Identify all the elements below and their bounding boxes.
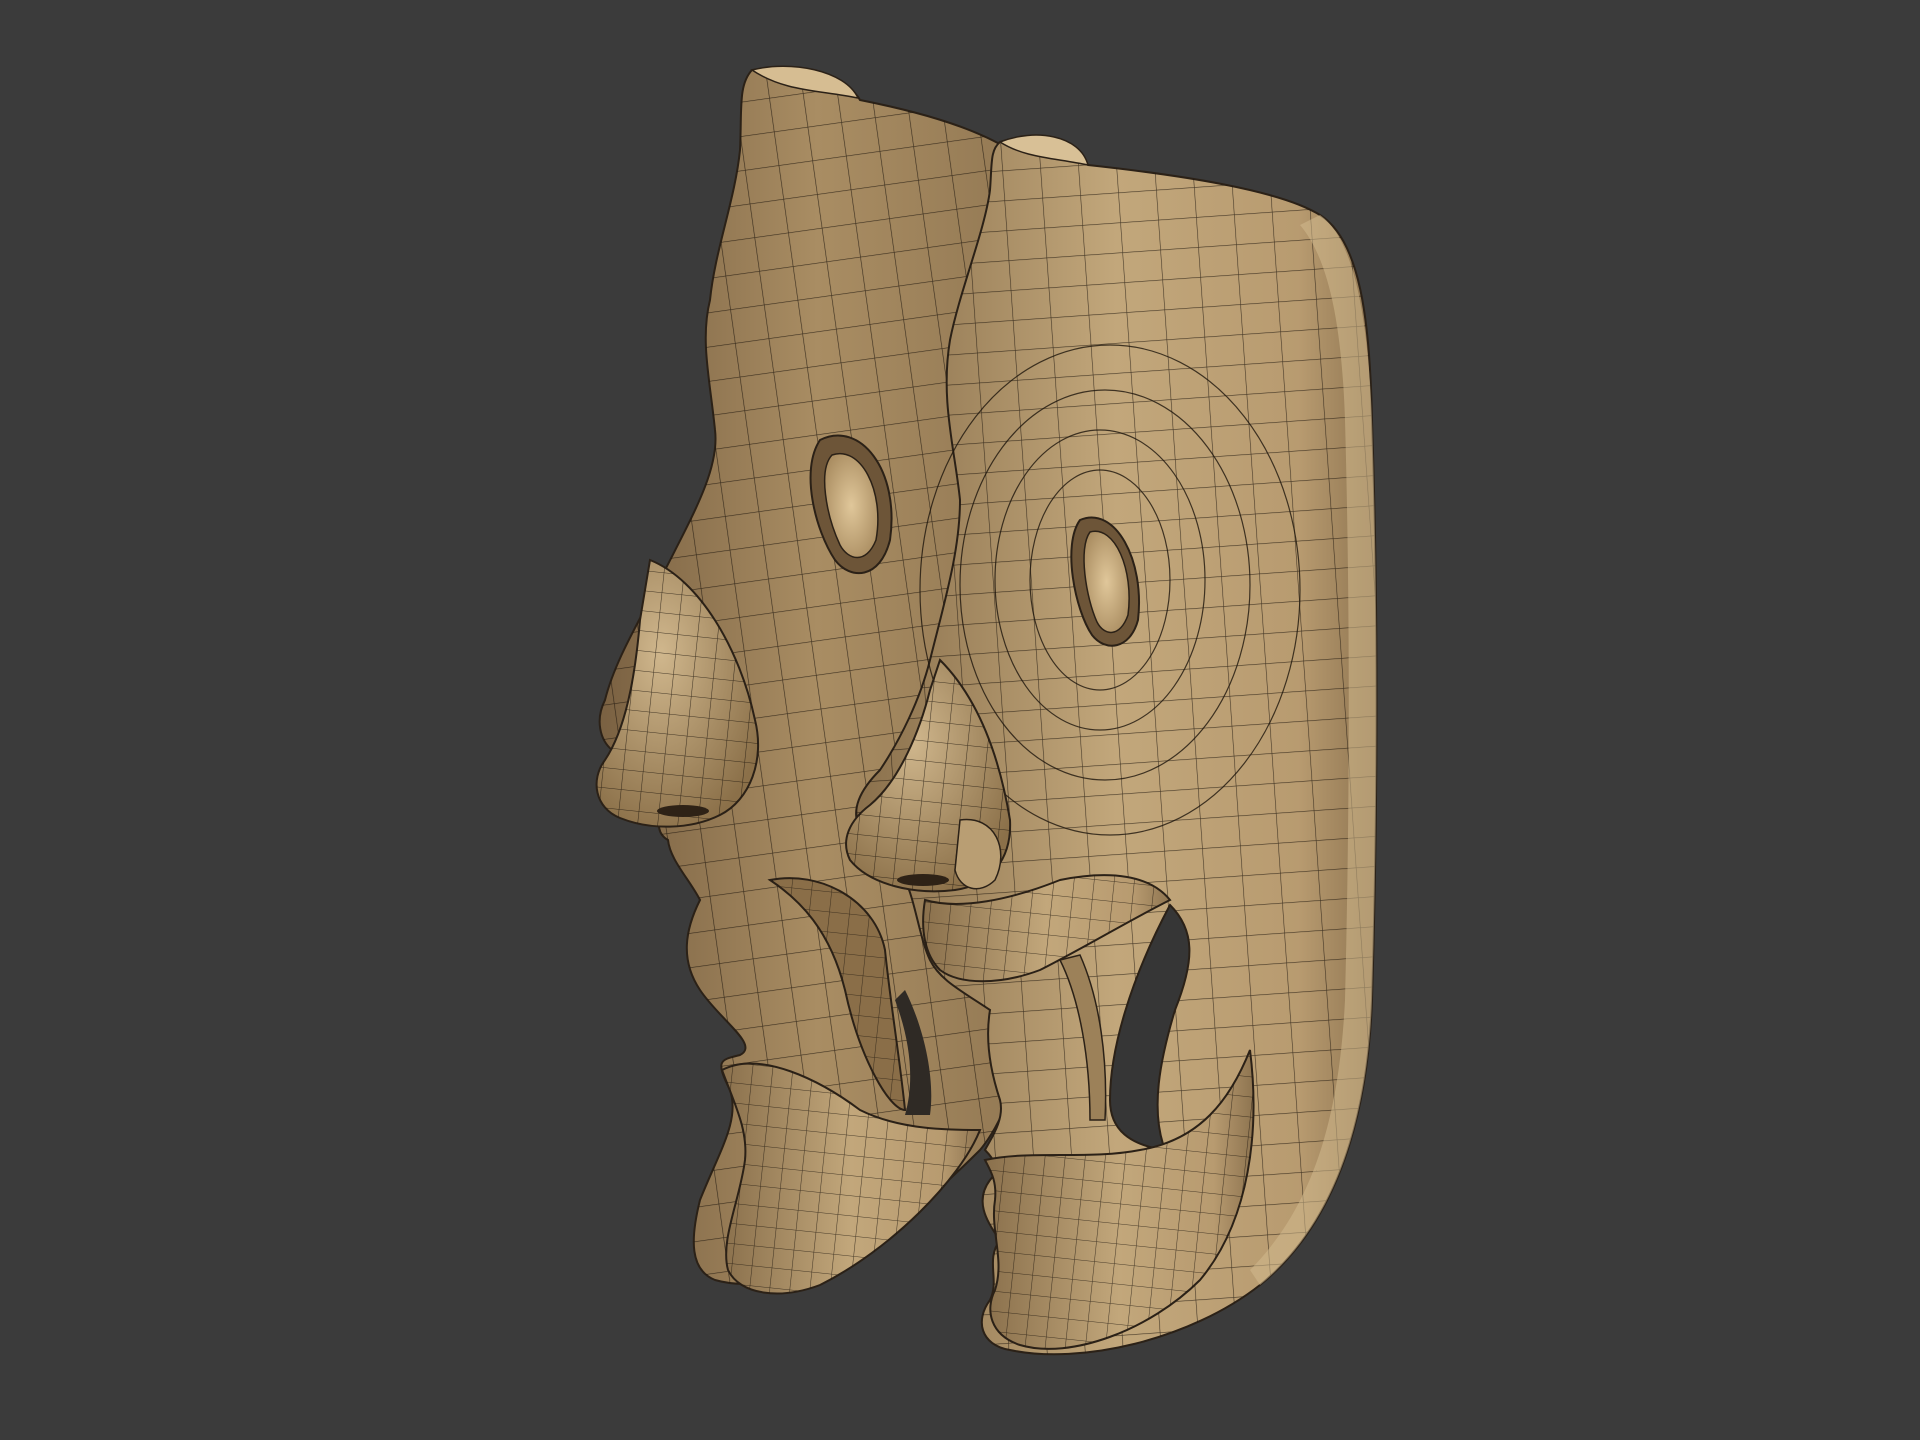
back-mask-nostril bbox=[657, 805, 709, 817]
front-mask-nostril bbox=[897, 874, 949, 886]
3d-viewport[interactable] bbox=[0, 0, 1920, 1440]
